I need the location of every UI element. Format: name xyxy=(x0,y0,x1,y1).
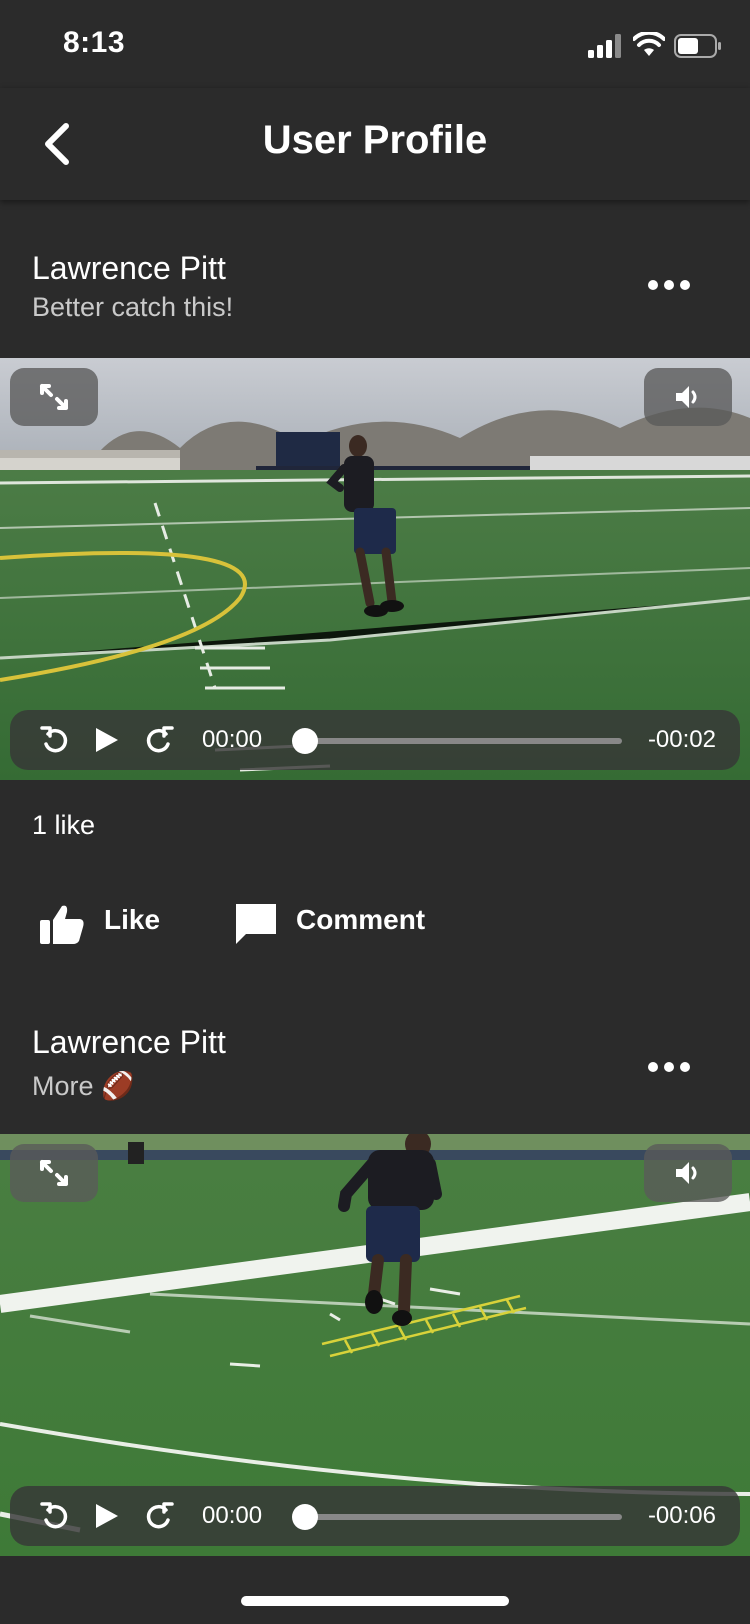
video-controls: 00:00 -00:06 xyxy=(10,1486,740,1546)
speaker-icon xyxy=(676,386,697,408)
current-time: 00:00 xyxy=(202,726,263,753)
seek-bar[interactable] xyxy=(294,738,622,744)
forward-icon[interactable] xyxy=(144,1500,174,1532)
play-icon[interactable] xyxy=(92,1500,122,1532)
post-author[interactable]: Lawrence Pitt xyxy=(32,250,226,287)
cellular-signal-icon xyxy=(588,34,621,58)
expand-icon xyxy=(40,1160,68,1186)
like-label: Like xyxy=(104,904,161,935)
video-controls: 00:00 -00:02 xyxy=(10,710,740,770)
status-bar: 8:13 xyxy=(0,0,750,88)
video-player[interactable]: 00:00 -00:02 xyxy=(0,358,750,780)
forward-icon[interactable] xyxy=(144,724,174,756)
video-player[interactable]: 00:00 -00:06 xyxy=(0,1134,750,1556)
page-title: User Profile xyxy=(262,118,488,162)
fullscreen-button[interactable] xyxy=(10,368,98,426)
comment-icon xyxy=(236,904,276,944)
expand-icon xyxy=(40,384,68,410)
thumbs-up-icon xyxy=(40,905,84,944)
status-time: 8:13 xyxy=(63,26,126,59)
post-author[interactable]: Lawrence Pitt xyxy=(32,1024,226,1061)
more-options-button[interactable] xyxy=(648,276,692,296)
comment-button[interactable]: Comment xyxy=(232,898,432,950)
rewind-icon[interactable] xyxy=(40,1500,70,1532)
comment-label: Comment xyxy=(296,904,426,935)
battery-icon xyxy=(674,34,721,58)
seek-handle[interactable] xyxy=(292,1504,318,1530)
home-indicator[interactable] xyxy=(241,1596,509,1606)
fullscreen-button[interactable] xyxy=(10,1144,98,1202)
seek-bar[interactable] xyxy=(294,1514,622,1520)
seek-handle[interactable] xyxy=(292,728,318,754)
likes-count[interactable]: 1 like xyxy=(32,810,95,841)
more-options-button[interactable] xyxy=(648,1058,692,1078)
rewind-icon[interactable] xyxy=(40,724,70,756)
speaker-icon xyxy=(676,1162,697,1184)
mute-button[interactable] xyxy=(644,1144,732,1202)
play-icon[interactable] xyxy=(92,724,122,756)
remaining-time: -00:02 xyxy=(647,726,716,753)
current-time: 00:00 xyxy=(202,1502,263,1529)
post-caption: More 🏈 xyxy=(32,1071,135,1101)
navigation-bar: User Profile xyxy=(0,88,750,200)
post-caption: Better catch this! xyxy=(32,292,234,322)
mute-button[interactable] xyxy=(644,368,732,426)
post-header: Lawrence Pitt Better catch this! xyxy=(0,200,750,358)
post-header: Lawrence Pitt More 🏈 xyxy=(0,976,750,1134)
remaining-time: -00:06 xyxy=(647,1502,716,1529)
wifi-icon xyxy=(633,32,665,56)
like-button[interactable]: Like xyxy=(38,898,168,950)
